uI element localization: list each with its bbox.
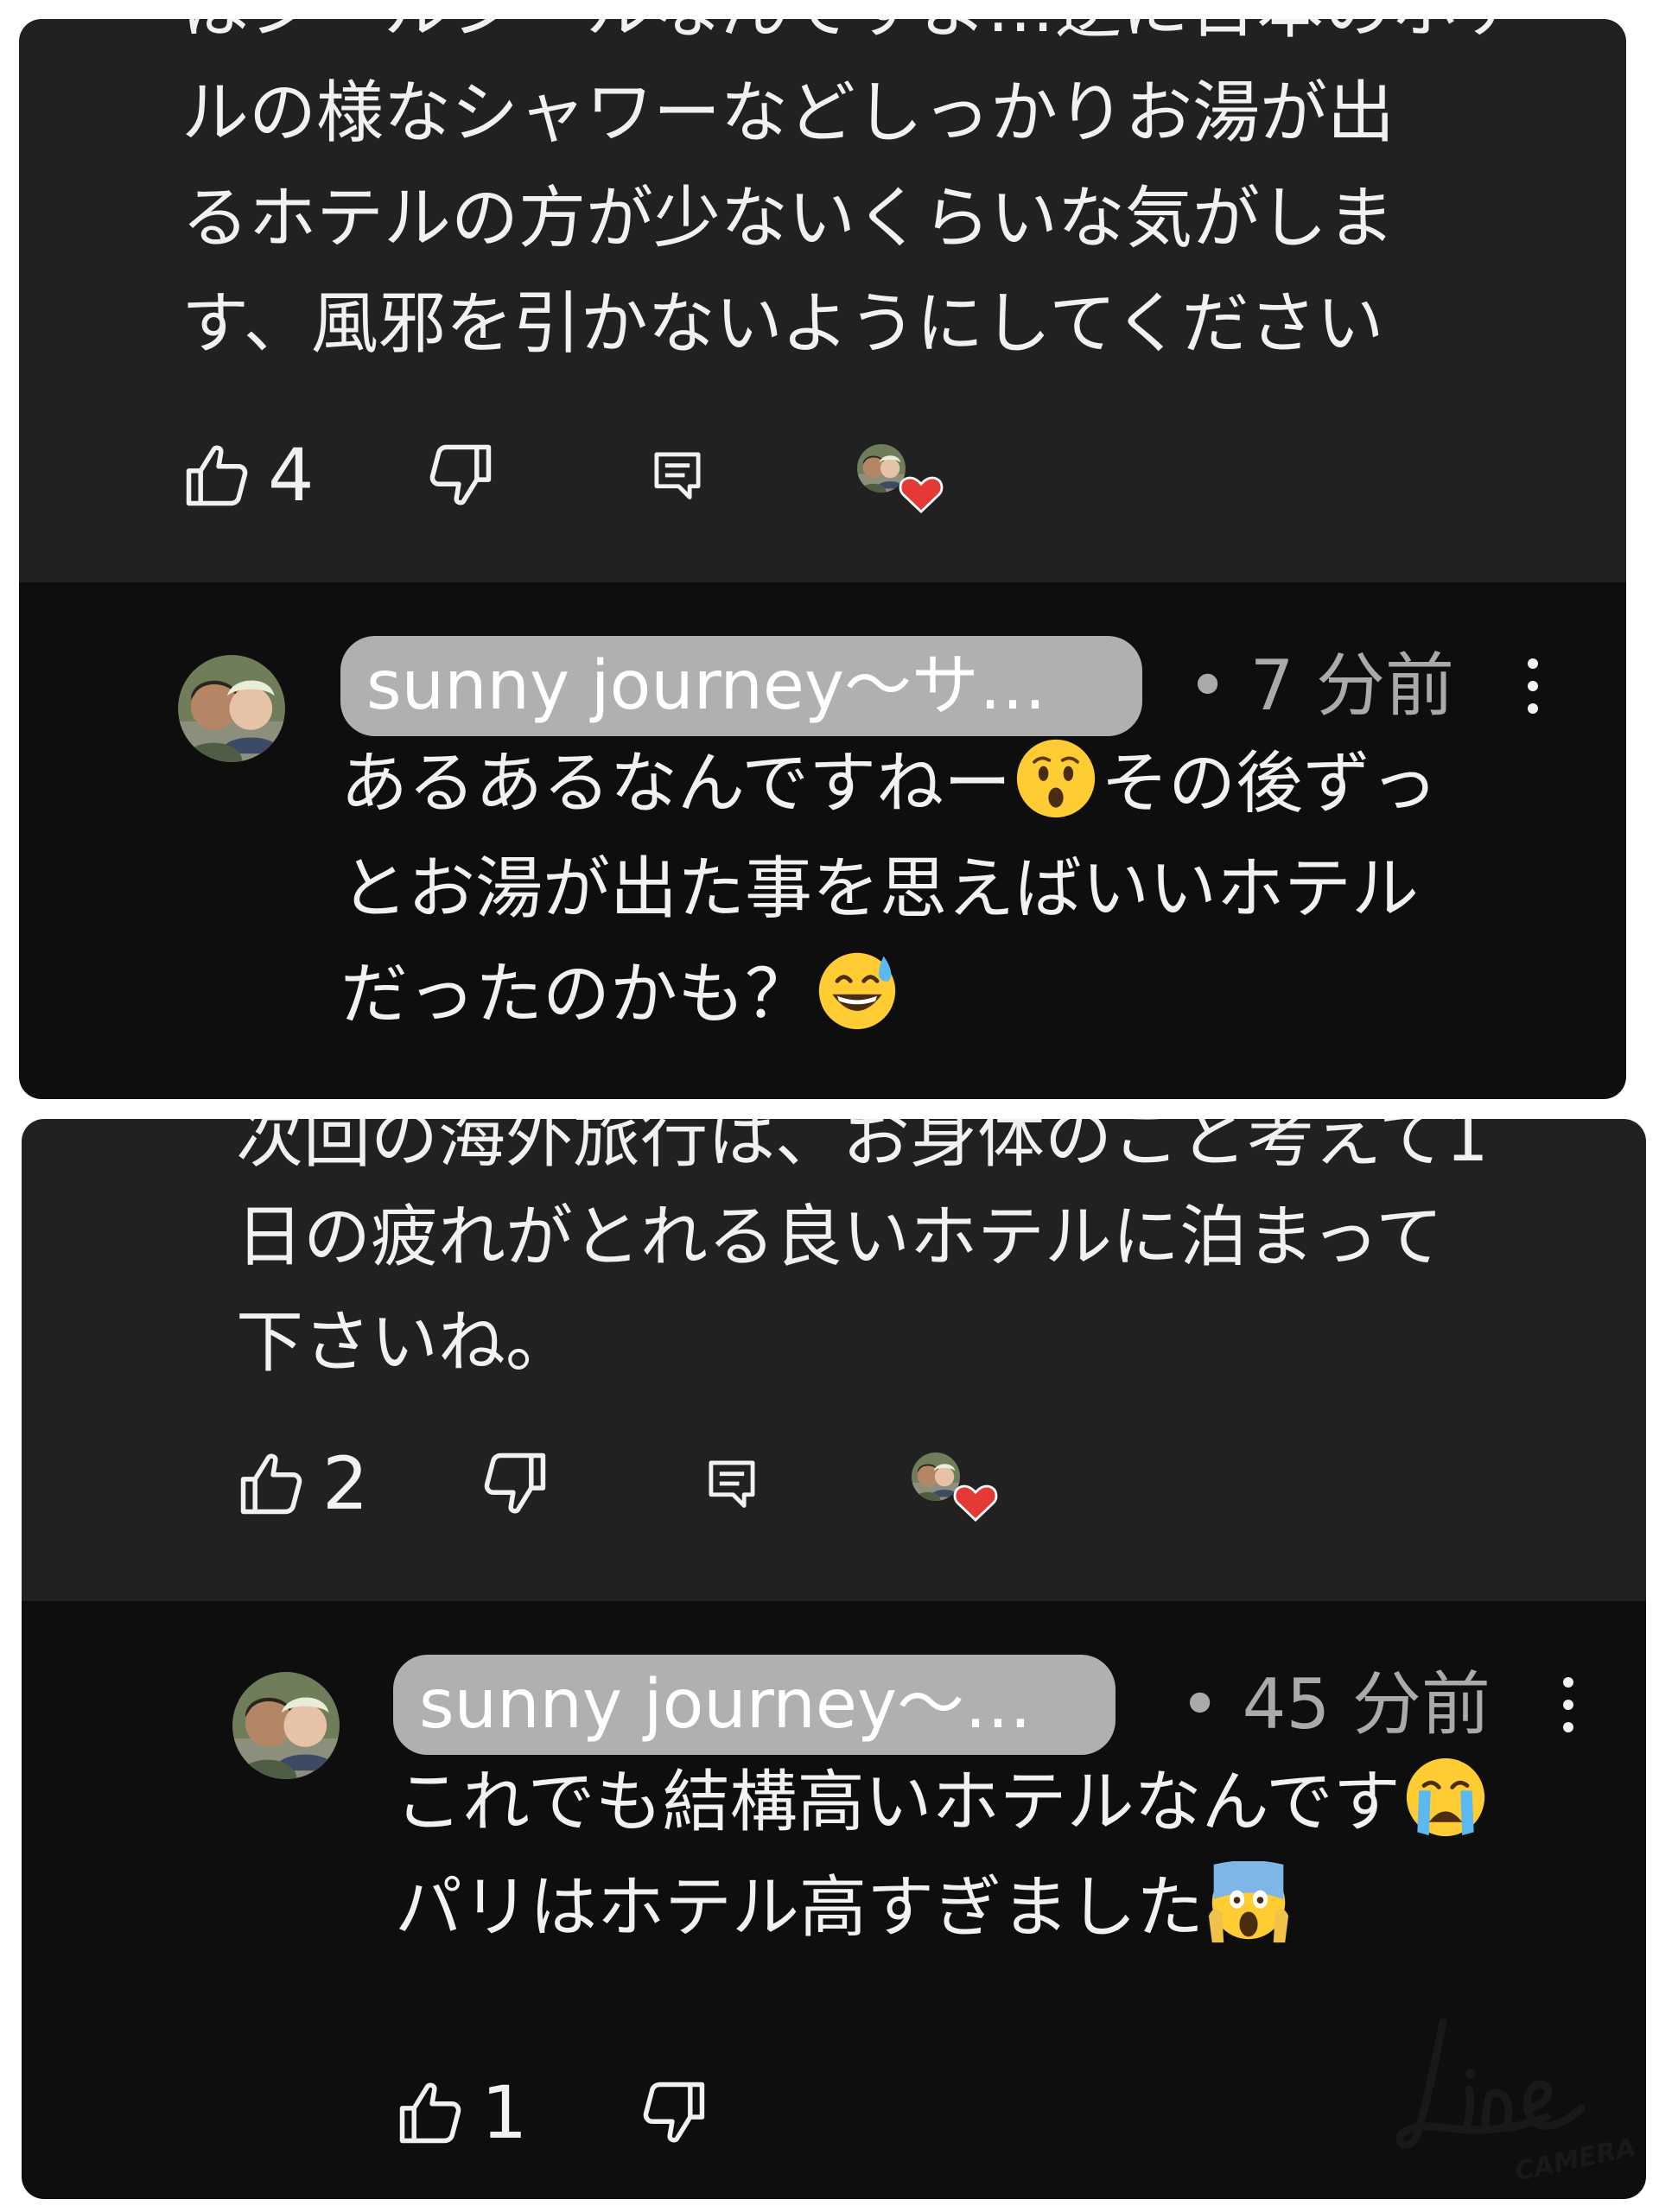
reply-icon xyxy=(702,1454,761,1513)
more-options-icon[interactable] xyxy=(1551,1655,1586,1755)
reply-line: あるあるなんですねー その後ずっ xyxy=(340,731,1438,836)
reply-line: だったのかも？ xyxy=(340,942,1438,1047)
screaming-face-emoji xyxy=(1207,1861,1290,1944)
creator-heart-icon xyxy=(951,1477,1000,1525)
creator-heart-badge xyxy=(857,432,961,518)
like-count: 2 xyxy=(322,1441,369,1526)
parent-comment: はシールシールなんですよ…逆に日本のホテ ルの様なシャワーなどしっかりお湯が出 … xyxy=(19,19,1626,582)
grinning-sweat-emoji xyxy=(816,948,899,1031)
dislike-button[interactable] xyxy=(480,1440,550,1527)
comment-line: す、風邪を引かないようにしてください xyxy=(181,285,1384,363)
creator-heart-badge xyxy=(912,1440,1015,1527)
reply-button[interactable] xyxy=(648,432,707,518)
parent-comment-text: 日の疲れがとれる良いホテルに泊まって 下さいね。 xyxy=(236,1185,1443,1395)
parent-comment: 次回の海外旅行は、お身体のこと考えて1 日の疲れがとれる良いホテルに泊まって 下… xyxy=(22,1119,1646,1601)
reply-line-text: あるあるなんですねー xyxy=(340,745,1012,823)
thumbs-down-icon xyxy=(639,2077,709,2148)
hushed-face-emoji xyxy=(1014,737,1097,820)
like-button[interactable]: 1 xyxy=(395,2069,527,2156)
thumbs-up-icon xyxy=(181,440,252,511)
like-count: 4 xyxy=(268,433,315,518)
reply-icon xyxy=(648,446,707,505)
comment-action-bar: 2 xyxy=(236,1440,1100,1527)
dislike-button[interactable] xyxy=(425,432,496,518)
reply-timestamp: • 45 分前 xyxy=(1179,1664,1491,1745)
reply-text: あるあるなんですねー その後ずっ とお湯が出た事を思えばいいホテル だったのかも？ xyxy=(340,731,1438,1047)
channel-owner-chip[interactable]: sunny journey～サ… xyxy=(340,636,1142,736)
reply-line-text: パリはホテル高すぎました xyxy=(395,1869,1205,1947)
channel-owner-chip[interactable]: sunny journey～… xyxy=(393,1655,1116,1755)
like-count: 1 xyxy=(481,2070,528,2155)
like-button[interactable]: 2 xyxy=(236,1440,368,1527)
reply-line: これでも結構高いホテルなんです xyxy=(395,1750,1491,1855)
reply-line-text: その後ずっ xyxy=(1101,745,1439,823)
avatar[interactable] xyxy=(178,655,285,762)
reply-line-text: これでも結構高いホテルなんです xyxy=(395,1764,1401,1841)
like-button[interactable]: 4 xyxy=(181,432,314,518)
dislike-button[interactable] xyxy=(639,2069,709,2156)
thumbs-down-icon xyxy=(480,1448,550,1519)
reply-text: これでも結構高いホテルなんです パリはホテル高すぎました xyxy=(395,1750,1491,1961)
comment-line: るホテルの方が少ないくらいな気がしま xyxy=(181,180,1395,257)
reply-action-bar: 1 xyxy=(395,2069,827,2156)
avatar[interactable] xyxy=(232,1672,340,1779)
thumbs-down-icon xyxy=(425,440,496,511)
comment-line: 下さいね。 xyxy=(236,1304,574,1382)
reply-line: とお湯が出た事を思えばいいホテル xyxy=(340,850,1420,928)
parent-comment-cut-line: はシールシールなんですよ…逆に日本のホテ xyxy=(181,19,1526,52)
creator-heart-icon xyxy=(897,468,945,517)
creator-reply: sunny journey～サ… • 7 分前 あるあるなんですねー その後ずっ … xyxy=(19,582,1626,1099)
thumbs-up-icon xyxy=(395,2077,466,2148)
comment-action-bar: 4 xyxy=(181,432,1046,518)
thumbs-up-icon xyxy=(236,1448,307,1519)
more-options-icon[interactable] xyxy=(1516,636,1550,736)
reply-timestamp: • 7 分前 xyxy=(1187,645,1454,726)
crying-face-emoji xyxy=(1404,1756,1487,1839)
comment-line: 日の疲れがとれる良いホテルに泊まって xyxy=(236,1198,1443,1276)
comment-thread-panel-1: はシールシールなんですよ…逆に日本のホテ ルの様なシャワーなどしっかりお湯が出 … xyxy=(19,19,1626,1099)
watermark-caption: CAMERA xyxy=(1512,2133,1638,2186)
reply-line-text: だったのかも？ xyxy=(340,956,813,1033)
reply-line: パリはホテル高すぎました xyxy=(395,1855,1491,1961)
reply-button[interactable] xyxy=(702,1440,761,1527)
parent-comment-cut-line: 次回の海外旅行は、お身体のこと考えて1 xyxy=(236,1119,1489,1177)
parent-comment-text: ルの様なシャワーなどしっかりお湯が出 るホテルの方が少ないくらいな気がしま す、… xyxy=(181,60,1395,377)
line-camera-watermark: CAMERA xyxy=(1395,2018,1638,2186)
comment-line: ルの様なシャワーなどしっかりお湯が出 xyxy=(181,74,1395,152)
